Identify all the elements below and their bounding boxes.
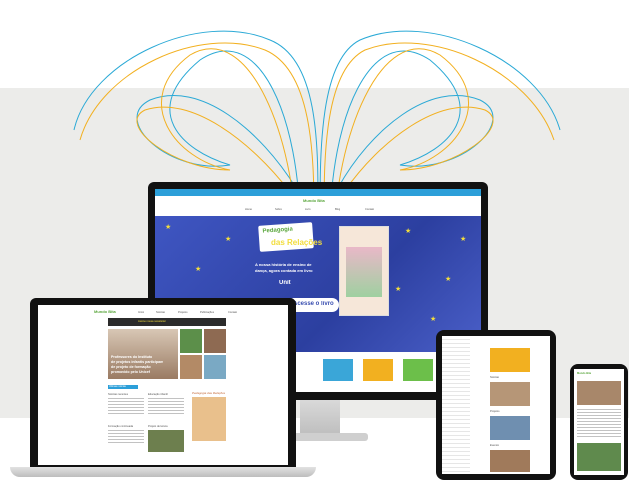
laptop-screen: Mundo Bita Início Notícias Projetos Publ…: [38, 305, 288, 465]
phone-photo-1[interactable]: [577, 381, 621, 405]
desktop-hero-logo: Unit: [279, 280, 291, 286]
desktop-cta-label: Acesse o livro: [293, 301, 334, 307]
tablet-photo-3[interactable]: [490, 450, 530, 472]
phone-logo[interactable]: Mundo Bita: [577, 372, 591, 375]
tablet-card-title-3[interactable]: Eventos: [490, 444, 499, 447]
desktop-nav-blog[interactable]: Blog: [335, 208, 340, 211]
laptop-nav-contato[interactable]: Contato: [228, 311, 237, 314]
tablet-sidebar: [442, 336, 470, 474]
laptop-side-photo-3[interactable]: [204, 329, 226, 353]
laptop-headline-2: de projetos infantis participam: [111, 360, 164, 364]
tablet-card-title-1[interactable]: Notícias: [490, 376, 499, 379]
desktop-logo[interactable]: Mundo Bita: [303, 198, 325, 203]
desktop-hero-text-2: dança, agora contada em livro: [255, 268, 313, 273]
laptop-nav: Início Notícias Projetos Publicações Con…: [138, 311, 278, 315]
desktop-nav: Home Sobre Livro Blog Contato: [245, 208, 395, 212]
laptop-side-photo-1[interactable]: [180, 329, 202, 353]
tablet-photo-1[interactable]: [490, 382, 530, 406]
desktop-nav-contato[interactable]: Contato: [365, 208, 374, 211]
tablet-screen: Notícias Projetos Eventos: [442, 336, 550, 474]
laptop-text-lines-3: [108, 430, 144, 444]
tablet-yellow-banner[interactable]: [490, 348, 530, 372]
laptop-text-lines-2: [148, 398, 184, 414]
laptop-nav-publicacoes[interactable]: Publicações: [200, 311, 214, 314]
laptop-nav-inicio[interactable]: Início: [138, 311, 144, 314]
laptop-headline-1: Professores do Instituto: [111, 355, 153, 359]
laptop-headline-3: de projeto de formação: [111, 365, 151, 369]
tablet-photo-2[interactable]: [490, 416, 530, 440]
laptop-headline-4: promovido pelo Unicef: [111, 370, 150, 374]
book-cover-art: [346, 247, 382, 297]
laptop-section-label-text: Últimas notícias: [109, 385, 126, 388]
desktop-hero-text-1: A nossa história de ensino de: [255, 262, 312, 267]
tablet-card-title-2[interactable]: Projetos: [490, 410, 500, 413]
desktop-topbar: [155, 189, 481, 196]
laptop-newsletter-banner[interactable]: Assine nossa newsletter: [108, 318, 226, 326]
laptop-section-label: Últimas notícias: [108, 385, 138, 389]
phone-screen: Mundo Bita: [574, 369, 624, 475]
laptop-side-title: Pedagogia das Relações: [192, 391, 226, 395]
desktop-hero-title-card: Pedagogia: [258, 222, 314, 252]
desktop-hero-title-1: Pedagogia: [262, 226, 294, 235]
phone-photo-2[interactable]: [577, 443, 621, 471]
desktop-nav-home[interactable]: Home: [245, 208, 252, 211]
laptop-side-photo-2[interactable]: [180, 355, 202, 379]
laptop-side-photo-4[interactable]: [204, 355, 226, 379]
laptop-base: [10, 467, 316, 477]
desktop-card-3[interactable]: [403, 359, 433, 381]
laptop-card-title-3[interactable]: Formação continuada: [108, 425, 133, 428]
laptop-text-lines-1: [108, 398, 144, 414]
desktop-hero-book-cover: [339, 226, 389, 316]
laptop-card-title-1[interactable]: Notícias recentes: [108, 393, 128, 396]
laptop-nav-noticias[interactable]: Notícias: [156, 311, 165, 314]
phone-text-lines: [577, 409, 621, 439]
desktop-stand: [300, 400, 340, 436]
laptop-card-title-2[interactable]: Educação infantil: [148, 393, 168, 396]
desktop-nav-sobre[interactable]: Sobre: [275, 208, 282, 211]
desktop-hero-title-2: das Relações: [271, 238, 323, 247]
laptop-hero-photo[interactable]: Professores do Instituto de projetos inf…: [108, 329, 178, 379]
desktop-card-1[interactable]: [323, 359, 353, 381]
laptop-side-book[interactable]: [192, 397, 226, 441]
laptop-card-photo[interactable]: [148, 430, 184, 452]
laptop-nav-projetos[interactable]: Projetos: [178, 311, 188, 314]
laptop-newsletter-label: Assine nossa newsletter: [138, 320, 166, 323]
desktop-nav-livro[interactable]: Livro: [305, 208, 311, 211]
laptop-logo[interactable]: Mundo Bita: [94, 309, 116, 314]
desktop-card-2[interactable]: [363, 359, 393, 381]
laptop-card-title-4[interactable]: Projeto de leitura: [148, 425, 168, 428]
